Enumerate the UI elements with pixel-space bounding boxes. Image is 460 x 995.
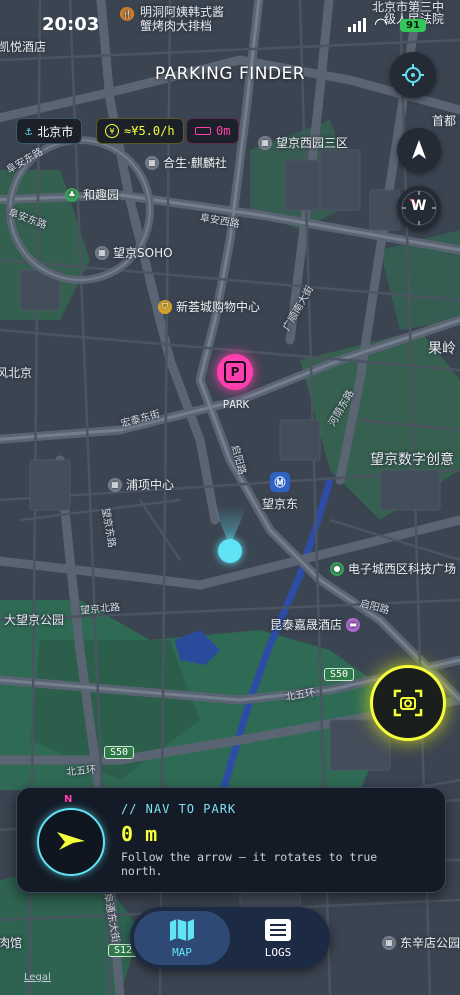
nav-card-distance: 0 m [121, 822, 158, 846]
map-poi-kuntai[interactable]: 昆泰嘉晟酒店 ▬ [270, 616, 361, 633]
north-up-button[interactable] [397, 128, 441, 172]
building-icon: ▦ [95, 245, 109, 260]
battery-level: 91 [406, 20, 420, 31]
locate-button[interactable] [390, 52, 436, 98]
map-label-meat: 肉馆 [0, 936, 23, 950]
tab-map[interactable]: MAP [134, 911, 230, 965]
nav-card-hint: Follow the arrow — it rotates to true no… [121, 850, 378, 878]
distance-chip-label: 0m [216, 124, 231, 138]
building-icon: ▦ [108, 477, 122, 492]
nav-arrow-icon [57, 832, 85, 850]
map-poi-soho[interactable]: ▦ 望京SOHO [95, 244, 173, 261]
tab-map-label: MAP [172, 945, 192, 959]
nav-compass-n: N [64, 794, 73, 805]
map-poi-puxiang[interactable]: ▦ 浦项中心 [108, 476, 174, 493]
north-arrow-icon [412, 140, 426, 159]
park-tree-icon: ♣ [65, 187, 79, 202]
map-label-dawangjing: 大望京公园 [4, 613, 65, 627]
highway-shield: S50 [104, 746, 135, 759]
city-chip-label: 北京市 [37, 124, 74, 139]
rate-chip-label: ≈¥5.0/h [124, 124, 175, 138]
compass-button[interactable]: W [397, 186, 441, 230]
coin-icon: ¥ [105, 124, 119, 138]
list-icon [265, 918, 291, 941]
scan-button[interactable] [370, 665, 446, 741]
nav-card-eyebrow: // NAV TO PARK [121, 802, 237, 816]
map-icon [170, 918, 194, 941]
subway-station-icon[interactable]: Ⓜ [270, 472, 290, 492]
scan-camera-icon [393, 689, 423, 717]
road-label: 北五环 [65, 764, 97, 779]
parking-p-icon: P [217, 354, 253, 390]
map-poi-xinhui[interactable]: ⛉ 新荟城购物中心 [158, 298, 260, 315]
map-poi-dianzi[interactable]: ● 电子城西区科技广场 [330, 560, 456, 577]
user-location-dot [218, 539, 242, 563]
bottom-tab-bar: MAP LOGS [130, 907, 330, 969]
ruler-icon [195, 127, 211, 135]
building-icon: ▦ [145, 155, 159, 170]
rate-chip[interactable]: ¥ ≈¥5.0/h [96, 118, 184, 144]
tab-logs[interactable]: LOGS [230, 911, 326, 965]
distance-chip[interactable]: 0m [186, 118, 240, 144]
hotel-bed-icon: ▬ [346, 617, 361, 632]
legal-link[interactable]: Legal [24, 972, 51, 983]
battery-icon: 91 [400, 19, 426, 32]
map-poi-wangjing-west[interactable]: ▦ 望京西园三区 [258, 134, 348, 151]
map-label-digital: 望京数字创意 [370, 452, 454, 468]
compass-w-label: W [411, 198, 427, 214]
tab-logs-label: LOGS [264, 945, 292, 959]
map-poi-hequ[interactable]: ♣ 和趣园 [65, 186, 119, 203]
building-icon: ▦ [382, 935, 396, 950]
map-poi-dongxindian[interactable]: ▦ 东辛店公园 [382, 934, 460, 951]
nav-compass [37, 808, 105, 876]
map-label-guoling: 果岭 [428, 341, 456, 357]
park-marker[interactable]: P PARK [214, 354, 258, 414]
map-label-shoudu: 首都 [432, 114, 457, 128]
building-icon: ▦ [258, 135, 272, 150]
signal-icon [348, 18, 366, 32]
wifi-icon: ◠ [374, 14, 388, 33]
map-label-wangjing-east: 望京东 [262, 497, 299, 511]
park-marker-label: PARK [222, 398, 250, 411]
shopping-bag-icon: ⛉ [158, 299, 172, 314]
city-chip[interactable]: ⚓ 北京市 [16, 118, 83, 144]
map-label-fenglin: 风北京 [0, 366, 33, 380]
nav-card: N // NAV TO PARK 0 m Follow the arrow — … [16, 787, 446, 893]
highway-shield: S50 [324, 668, 355, 681]
crosshair-icon [402, 64, 424, 86]
map-poi-hesheng[interactable]: ▦ 合生·麒麟社 [145, 154, 227, 171]
anchor-icon: ⚓ [25, 124, 33, 138]
park-icon: ● [330, 561, 344, 576]
status-bar: 20:03 ◠ 91 [0, 0, 460, 44]
status-time: 20:03 [42, 14, 100, 35]
